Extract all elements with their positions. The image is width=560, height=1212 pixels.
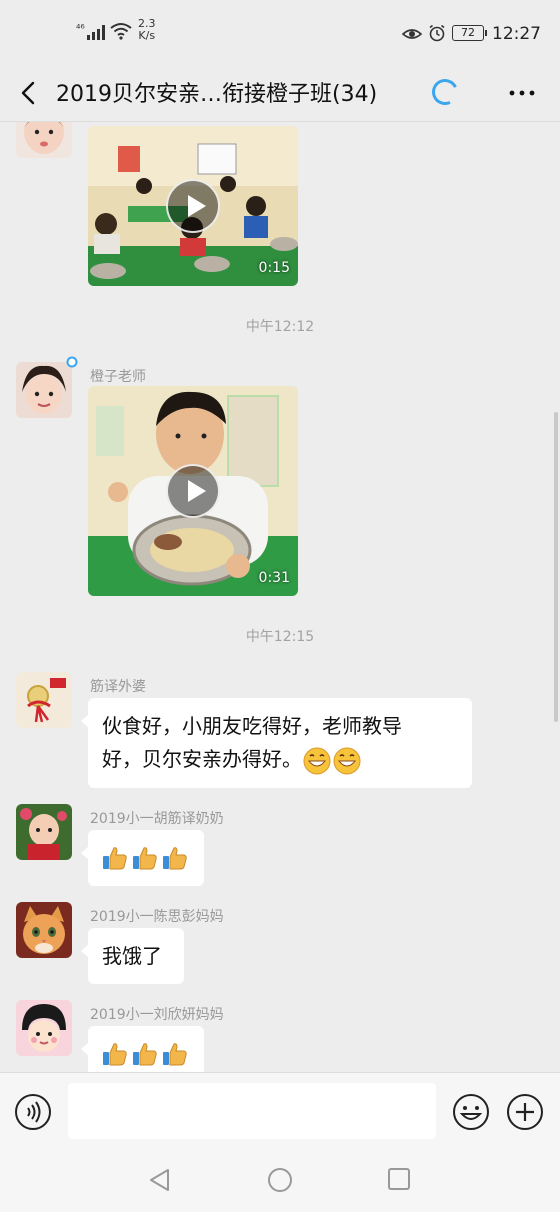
message-line-2: 好，贝尔安亲办得好。 (102, 743, 458, 776)
cat-avatar-icon (16, 902, 72, 958)
girl-avatar-icon (16, 122, 72, 158)
network-type: ⁴⁶ (76, 22, 85, 35)
thumbs-up-icon (133, 847, 157, 870)
thumbs-up-icon (103, 847, 127, 870)
sender-name: 2019小一胡筋译奶奶 (90, 811, 224, 827)
thumbs-up-icon (163, 847, 187, 870)
nav-back-icon[interactable] (146, 1166, 174, 1194)
emoji-icon[interactable] (452, 1093, 490, 1131)
chat-header: 2019贝尔安亲…衔接橙子班(34) (0, 64, 560, 122)
sender-name: 橙子老师 (90, 369, 146, 385)
eye-comfort-icon (402, 29, 422, 39)
alarm-icon (429, 24, 445, 42)
cartoon-girl-avatar-icon (16, 1000, 72, 1056)
thumbs-up-row (102, 1041, 190, 1067)
message-list[interactable]: 0:15 中午12:12 橙子老师 0:31 中午12:15 筋译外婆 伙食好，… (0, 122, 560, 1072)
sender-name: 筋译外婆 (90, 679, 146, 695)
status-bar: ⁴⁶ 2.3 K/s 72 12:27 (0, 0, 560, 64)
timestamp: 中午12:12 (245, 319, 315, 335)
online-badge-icon (66, 356, 78, 368)
thumbs-up-icon (133, 1043, 157, 1066)
thumbs-up-icon (163, 1043, 187, 1066)
girl-avatar-icon (16, 362, 72, 418)
speed-unit: K/s (138, 29, 156, 42)
video-message[interactable]: 0:31 (88, 386, 298, 596)
back-icon[interactable] (14, 78, 44, 108)
timestamp: 中午12:15 (245, 629, 315, 645)
chinese-knot-avatar-icon (16, 672, 72, 728)
child-avatar-icon (16, 804, 72, 860)
nav-home-icon[interactable] (266, 1166, 294, 1194)
plus-icon[interactable] (506, 1093, 544, 1131)
message-input[interactable] (68, 1083, 436, 1139)
system-navigation-bar (0, 1148, 560, 1212)
sender-name: 2019小一陈思彭妈妈 (90, 909, 224, 925)
text-message[interactable]: 我饿了 (81, 928, 184, 984)
avatar[interactable] (16, 902, 72, 958)
chat-title: 2019贝尔安亲…衔接橙子班(34) (56, 82, 378, 107)
avatar[interactable] (16, 122, 72, 158)
video-duration: 0:15 (258, 260, 290, 276)
avatar[interactable] (16, 672, 72, 728)
nav-recent-apps-icon[interactable] (386, 1166, 412, 1192)
message-text: 好，贝尔安亲办得好。 (102, 747, 302, 771)
video-duration: 0:31 (258, 570, 290, 586)
network-speed: 2.3 K/s (138, 18, 156, 42)
avatar[interactable] (16, 362, 72, 418)
wifi-icon (110, 23, 132, 40)
thumbs-up-icon (103, 1043, 127, 1066)
clock: 12:27 (492, 24, 541, 44)
play-icon[interactable] (166, 464, 220, 518)
emoji-message[interactable] (81, 1026, 204, 1072)
more-options-icon[interactable] (506, 78, 538, 108)
emoji-message[interactable] (81, 830, 204, 886)
text-message[interactable]: 伙食好，小朋友吃得好，老师教导 好，贝尔安亲办得好。 (81, 698, 472, 788)
input-bar (0, 1072, 560, 1148)
grin-emoji-icon (303, 747, 331, 774)
message-line: 伙食好，小朋友吃得好，老师教导 (102, 714, 402, 738)
voice-input-icon[interactable] (14, 1093, 52, 1131)
grin-emoji-icon (333, 747, 361, 774)
scrollbar[interactable] (554, 412, 558, 722)
loading-spinner-icon (428, 75, 462, 109)
sender-name: 2019小一刘欣妍妈妈 (90, 1007, 224, 1023)
avatar[interactable] (16, 804, 72, 860)
battery-indicator: 72 (452, 25, 487, 41)
thumbs-up-row (102, 845, 190, 871)
video-message[interactable]: 0:15 (88, 126, 298, 286)
avatar[interactable] (16, 1000, 72, 1056)
play-icon[interactable] (166, 179, 220, 233)
signal-icon (87, 25, 105, 40)
